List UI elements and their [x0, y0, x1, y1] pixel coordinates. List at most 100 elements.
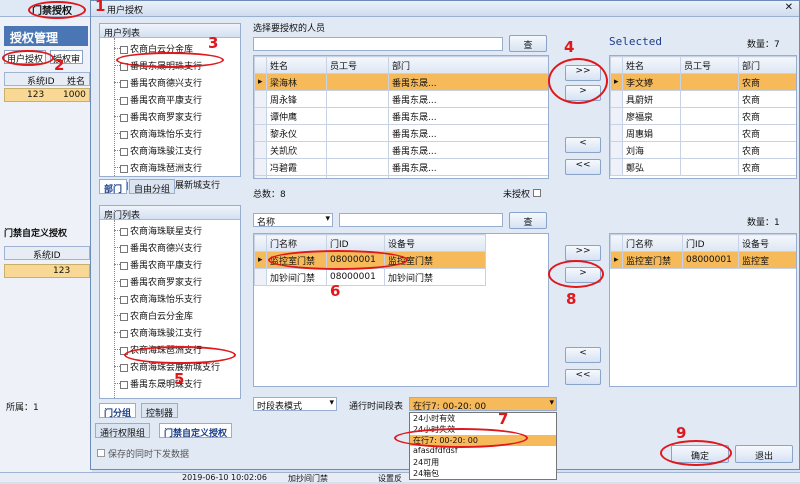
annotation-4: 4 — [564, 38, 575, 56]
unauth-checkbox[interactable]: 未授权 — [503, 187, 541, 200]
table-row[interactable]: 冯渺 番禺东晟... — [254, 175, 548, 178]
checkbox-icon[interactable] — [120, 312, 128, 321]
table-cell: 鄭弘 — [622, 158, 681, 176]
table-cell: 梁海林 — [266, 73, 327, 91]
door-filter-field[interactable]: 名称 ▾ — [253, 213, 333, 228]
time-mode-select[interactable]: 时段表模式 ▾ — [253, 397, 337, 412]
door-move-all-left-button[interactable]: << — [565, 369, 601, 385]
tree-item[interactable]: 农商海珠怡乐支行 — [120, 292, 202, 305]
tree-item[interactable]: 番禺农商平康支行 — [120, 93, 202, 106]
tab-door-custom-auth[interactable]: 门禁自定义授权 — [159, 423, 233, 439]
tree-item[interactable]: 农商海珠怡乐支行 — [120, 127, 202, 140]
selected-doors-grid[interactable]: 门名称 门ID 设备号 ▸ 监控室门禁 08000001 监控室 — [609, 233, 797, 387]
table-row[interactable]: 谭仲鹰 番禺东晟... — [254, 107, 548, 125]
row-indicator: ▸ — [254, 251, 267, 269]
row-indicator — [610, 124, 623, 142]
table-cell: 番禺东晟... — [388, 158, 548, 176]
checkbox-icon[interactable] — [120, 363, 128, 372]
table-row[interactable]: 鄭弘 农商 — [610, 158, 796, 176]
table-row[interactable]: 周惠娟 农商 — [610, 124, 796, 142]
door-move-all-right-button[interactable]: >> — [565, 245, 601, 261]
table-row[interactable]: 刘海 农商 — [610, 141, 796, 159]
door-search-button[interactable]: 查 — [509, 212, 547, 229]
checkbox-icon[interactable] — [120, 227, 128, 236]
annotation-ellipse-4 — [548, 58, 608, 104]
checkbox-icon[interactable] — [120, 96, 128, 105]
table-cell: 番禺东晟... — [388, 107, 548, 125]
close-icon[interactable]: ✕ — [785, 2, 793, 13]
table-row[interactable]: ▸ 梁海林 番禺东晟... — [254, 73, 548, 91]
save-send-checkbox[interactable]: 保存的同时下发数据 — [97, 447, 189, 460]
tree-item[interactable]: 番禺东晟明珠支行 — [120, 377, 202, 390]
tab-pass-group[interactable]: 通行权限组 — [95, 423, 151, 439]
door-move-left-button[interactable]: < — [565, 347, 601, 363]
checkbox-icon[interactable] — [120, 45, 128, 54]
tree-item[interactable]: 番禺农商平康支行 — [120, 258, 202, 271]
checkbox-icon[interactable] — [120, 380, 128, 389]
tree-item[interactable]: 番禺农商德兴支行 — [120, 76, 202, 89]
people-search-input[interactable] — [253, 37, 503, 51]
people-search-button[interactable]: 查 — [509, 35, 547, 52]
table-cell: 农商 — [738, 90, 796, 108]
checkbox-icon[interactable] — [120, 244, 128, 253]
people-grid[interactable]: 姓名 员工号 部门 ▸ 梁海林 番禺东晟... 周永锋 番禺东晟... 谭仲鹰 番禺东晟... 黎… — [253, 55, 549, 179]
tab-door-group[interactable]: 门分组 — [99, 403, 137, 419]
tree-item[interactable]: 农商海珠骏江支行 — [120, 144, 202, 157]
table-row[interactable]: 廖福泉 农商 — [610, 107, 796, 125]
checkbox-icon[interactable] — [120, 295, 128, 304]
chevron-down-icon[interactable]: ▾ — [329, 398, 334, 408]
chevron-down-icon[interactable]: ▾ — [549, 398, 554, 408]
tree-item[interactable]: 番禺农商罗家支行 — [120, 275, 202, 288]
row-indicator — [254, 141, 267, 159]
selected-people-grid[interactable]: 姓名 员工号 部门 ▸ 李文婷 农商 具蔚妍 农商 廖福泉 农商 周惠娟 农商 刘海 农商 鄭弘 农商 — [609, 55, 797, 179]
room-tree[interactable]: 农商海珠联星支行 番禺农商德兴支行 番禺农商平康支行 番禺农商罗家支行 农商海珠怡乐支行… — [100, 220, 240, 398]
tree-item[interactable]: 农商白云分金库 — [120, 309, 193, 322]
move-left-button[interactable]: < — [565, 137, 601, 153]
checkbox-icon[interactable] — [120, 329, 128, 338]
dropdown-option[interactable]: 24箱包 — [410, 468, 556, 479]
dropdown-option[interactable]: 24小时有效 — [410, 413, 556, 424]
annotation-ellipse-3 — [116, 52, 224, 68]
bg-grid2-row[interactable]: 123 — [4, 264, 90, 278]
dropdown-option[interactable]: 24可用 — [410, 457, 556, 468]
checkbox-icon[interactable] — [120, 130, 128, 139]
table-row[interactable]: 周永锋 番禺东晟... — [254, 90, 548, 108]
checkbox-icon[interactable] — [120, 113, 128, 122]
table-row[interactable]: 加钞间门禁 08000001 加钞间门禁 — [254, 268, 486, 286]
table-row[interactable]: 关凯欣 番禺东晟... — [254, 141, 548, 159]
checkbox-icon[interactable] — [120, 79, 128, 88]
tree-item[interactable]: 番禺农商罗家支行 — [120, 110, 202, 123]
tab-controller[interactable]: 控制器 — [141, 403, 179, 419]
table-row[interactable]: ▸ 李文婷 农商 — [610, 73, 796, 91]
dropdown-option[interactable]: afasdfdfdsf — [410, 446, 556, 457]
table-row[interactable]: 冯碧霞 番禺东晟... — [254, 158, 548, 176]
checkbox-icon[interactable] — [120, 278, 128, 287]
exit-button[interactable]: 退出 — [735, 445, 793, 463]
tree-item[interactable]: 农商海珠联星支行 — [120, 224, 202, 237]
table-row[interactable]: ▸ 监控室门禁 08000001 监控室 — [610, 251, 796, 269]
chevron-down-icon[interactable]: ▾ — [325, 214, 330, 224]
table-row[interactable]: 具蔚妍 农商 — [610, 90, 796, 108]
bg-grid-header: 系统ID 姓名 — [4, 72, 90, 87]
table-cell: 番禺东晟... — [388, 175, 548, 178]
bg-grid-row[interactable]: 123 1000 — [4, 88, 90, 102]
tree-item[interactable]: 农商海珠琶洲支行 — [120, 161, 202, 174]
door-filter-input[interactable] — [339, 213, 503, 227]
checkbox-icon[interactable] — [120, 164, 128, 173]
checkbox-icon[interactable] — [120, 261, 128, 270]
tree-item[interactable]: 农商海珠骏江支行 — [120, 326, 202, 339]
pass-period-select[interactable]: 在行7: 00-20: 00 ▾ — [409, 397, 557, 412]
table-cell: 李文婷 — [622, 73, 681, 91]
table-row[interactable]: 黎永仪 番禺东晟... — [254, 124, 548, 142]
move-all-left-button[interactable]: << — [565, 159, 601, 175]
table-cell: 监控室 — [738, 251, 796, 269]
annotation-ellipse-8 — [548, 260, 604, 288]
checkbox-icon[interactable] — [120, 147, 128, 156]
tab-department[interactable]: 部门 — [99, 179, 128, 195]
annotation-7: 7 — [498, 410, 509, 428]
room-list-panel: 房门列表 农商海珠联星支行 番禺农商德兴支行 番禺农商平康支行 番禺农商罗家支行 农商海… — [99, 205, 241, 399]
annotation-ellipse-5 — [124, 346, 236, 364]
tree-item[interactable]: 番禺农商德兴支行 — [120, 241, 202, 254]
row-indicator — [254, 107, 267, 125]
tab-free-group[interactable]: 自由分组 — [129, 179, 176, 195]
